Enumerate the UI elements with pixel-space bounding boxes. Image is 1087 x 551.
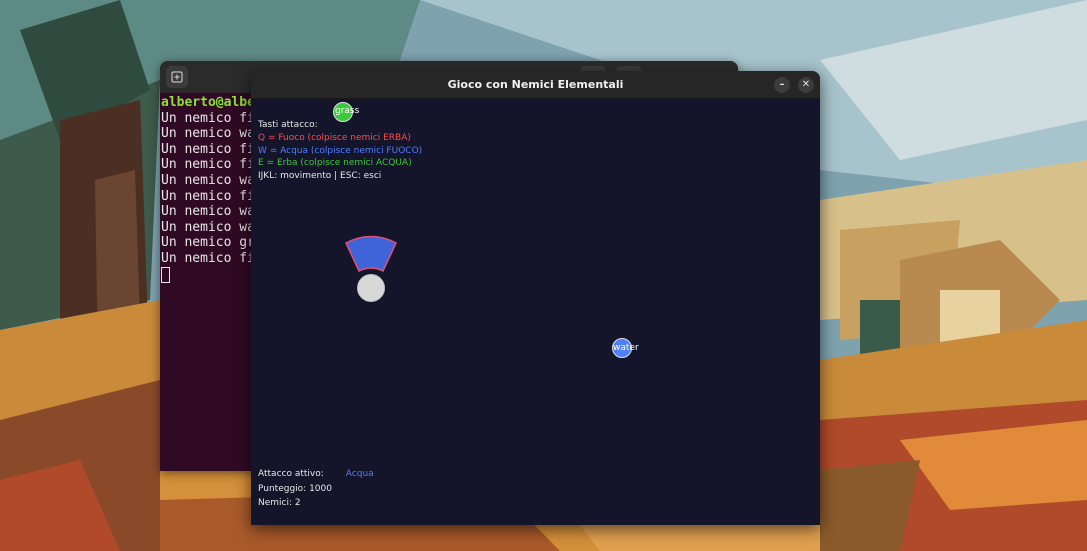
- fire-attack-hint: Q = Fuoco (colpisce nemici ERBA): [258, 132, 411, 143]
- terminal-line: Un nemico fir: [161, 250, 263, 266]
- water-attack-hint: W = Acqua (colpisce nemici FUOCO): [258, 145, 423, 156]
- terminal-line: Un nemico wat: [161, 219, 263, 235]
- minimize-icon[interactable]: –: [774, 77, 790, 93]
- grass-enemy-label: grass: [335, 106, 360, 116]
- instructions-panel: Tasti attacco: Q = Fuoco (colpisce nemic…: [258, 119, 422, 183]
- enemy-count-text: Nemici: 2: [258, 498, 301, 508]
- player-character: [357, 274, 385, 302]
- terminal-line: Un nemico wat: [161, 126, 263, 142]
- score-text: Punteggio: 1000: [258, 483, 332, 494]
- active-attack-value: Acqua: [345, 469, 374, 479]
- water-enemy-label: water: [613, 343, 639, 353]
- terminal-line: Un nemico wat: [161, 204, 263, 220]
- attack-cone: [345, 235, 397, 273]
- game-canvas[interactable]: Tasti attacco: Q = Fuoco (colpisce nemic…: [251, 99, 820, 525]
- window-title: Gioco con Nemici Elementali: [447, 78, 624, 91]
- status-panel: Attacco attivo: Acqua Punteggio: 1000 Nem…: [258, 467, 374, 511]
- terminal-cursor: [161, 266, 170, 283]
- terminal-line: Un nemico fir: [161, 188, 263, 204]
- close-icon[interactable]: ✕: [798, 77, 814, 93]
- new-tab-icon[interactable]: [166, 66, 188, 88]
- terminal-line: Un nemico wat: [161, 172, 263, 188]
- terminal-line: Un nemico gra: [161, 235, 263, 251]
- game-titlebar[interactable]: Gioco con Nemici Elementali – ✕: [251, 71, 820, 99]
- active-attack-label: Attacco attivo:: [258, 469, 324, 479]
- game-window[interactable]: Gioco con Nemici Elementali – ✕ Tasti at…: [251, 71, 820, 525]
- grass-attack-hint: E = Erba (colpisce nemici ACQUA): [258, 158, 412, 169]
- controls-hint: IJKL: movimento | ESC: esci: [258, 171, 382, 182]
- active-attack-row: Attacco attivo: Acqua: [258, 467, 374, 482]
- terminal-line: Un nemico fir: [161, 141, 263, 157]
- terminal-prompt: alberto@alber: [161, 95, 263, 110]
- terminal-line: Un nemico fir: [161, 110, 263, 126]
- terminal-line: Un nemico fir: [161, 157, 263, 173]
